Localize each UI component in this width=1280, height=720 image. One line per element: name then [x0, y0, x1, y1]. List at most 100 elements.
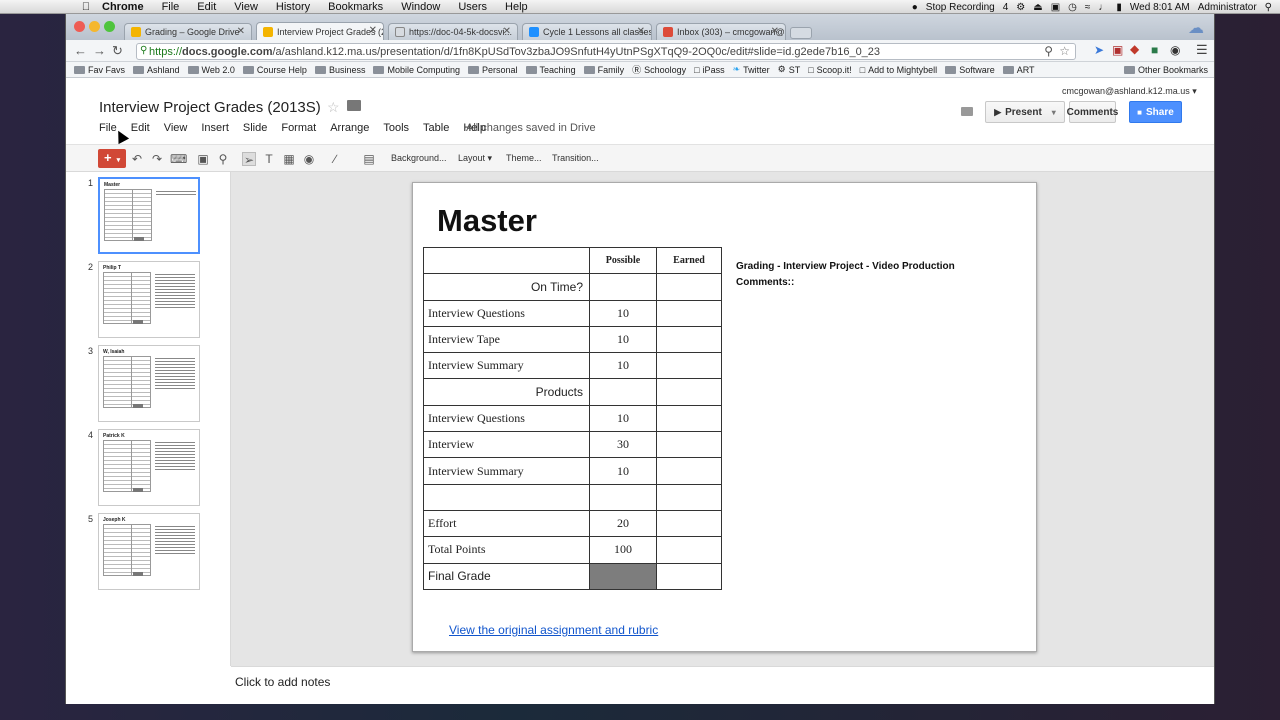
minimize-window-icon[interactable] — [89, 21, 100, 32]
bookmark-st[interactable]: ⚙ ST — [778, 64, 801, 75]
bookmark-business[interactable]: Business — [314, 65, 365, 75]
folder-icon[interactable] — [347, 100, 361, 111]
mac-menu-app[interactable]: Chrome — [102, 1, 144, 13]
spotlight-icon[interactable]: ⚲ — [1265, 2, 1272, 13]
star-icon[interactable]: ☆ — [327, 99, 340, 116]
bookmark-twitter[interactable]: ❧ Twitter — [733, 64, 770, 75]
slide-title[interactable]: Master — [437, 203, 537, 239]
new-slide-button[interactable]: + ▾ — [98, 149, 126, 168]
earned-cell[interactable] — [656, 273, 722, 301]
bookmark-personal[interactable]: Personal — [468, 65, 518, 75]
chat-icon[interactable] — [961, 107, 973, 116]
earned-cell[interactable] — [656, 378, 722, 406]
row-label[interactable]: Products — [423, 378, 590, 406]
slide-thumbnail-5[interactable]: Joseph K — [98, 513, 200, 590]
slide-thumbnail-3[interactable]: W, Isaiah — [98, 345, 200, 422]
profile-icon[interactable]: ☁ — [1188, 18, 1204, 38]
battery-icon[interactable]: ▮ — [1116, 2, 1122, 13]
row-label[interactable]: Total Points — [423, 536, 590, 564]
earned-cell[interactable] — [656, 404, 722, 433]
adobe-badge[interactable]: 4 — [1003, 2, 1009, 13]
line-icon[interactable]: ∕ — [328, 152, 342, 166]
bookmark-web20[interactable]: Web 2.0 — [187, 65, 235, 75]
volume-icon[interactable]: ♩ — [1098, 2, 1108, 13]
mac-menu-edit[interactable]: Edit — [197, 1, 216, 13]
search-icon[interactable]: ⚲ — [1044, 44, 1053, 58]
possible-cell[interactable]: 10 — [589, 457, 657, 485]
extension-icon[interactable]: ▣ — [1112, 43, 1123, 57]
earned-cell[interactable] — [656, 483, 722, 511]
menu-slide[interactable]: Slide — [243, 122, 267, 134]
bookmark-family[interactable]: Family — [583, 65, 624, 75]
document-title[interactable]: Interview Project Grades (2013S) — [99, 99, 321, 116]
clock-icon[interactable]: ◷ — [1068, 2, 1077, 13]
possible-cell[interactable] — [589, 483, 657, 511]
tab-interview-project[interactable]: Interview Project Grades (2... ✕ — [256, 22, 384, 40]
speaker-notes[interactable]: Click to add notes — [231, 666, 1214, 704]
stop-recording-label[interactable]: Stop Recording — [926, 2, 995, 13]
extension-icon[interactable]: ◉ — [1170, 43, 1180, 57]
possible-cell[interactable]: 10 — [589, 325, 657, 354]
assignment-link[interactable]: View the original assignment and rubric — [449, 623, 658, 637]
slide-thumbnail-1[interactable]: Master — [98, 177, 200, 254]
row-label[interactable]: Interview — [423, 431, 590, 459]
slide-thumbnail-2[interactable]: Philip T — [98, 261, 200, 338]
row-label[interactable]: On Time? — [423, 273, 590, 301]
menu-insert[interactable]: Insert — [201, 122, 229, 134]
slide-thumbnail-4[interactable]: Patrick K — [98, 429, 200, 506]
menu-format[interactable]: Format — [281, 122, 316, 134]
eject-icon[interactable]: ⏏ — [1033, 2, 1042, 13]
menu-table[interactable]: Table — [423, 122, 449, 134]
tab-cycle-lessons[interactable]: Cycle 1 Lessons all classes ✕ — [522, 23, 652, 40]
zoom-window-icon[interactable] — [104, 21, 115, 32]
menu-icon[interactable]: ☰ — [1196, 42, 1208, 58]
bookmark-scoopit[interactable]: □ Scoop.it! — [808, 65, 851, 75]
new-tab-button[interactable] — [790, 27, 812, 39]
mac-menu-window[interactable]: Window — [401, 1, 440, 13]
select-icon[interactable]: ➢ — [242, 152, 256, 167]
row-label[interactable]: Interview Questions — [423, 404, 590, 433]
close-icon[interactable]: ✕ — [637, 26, 645, 37]
account-email[interactable]: cmcgowan@ashland.k12.ma.us ▾ — [1062, 86, 1197, 97]
mac-menu-users[interactable]: Users — [458, 1, 487, 13]
possible-cell[interactable]: 30 — [589, 431, 657, 459]
earned-cell[interactable] — [656, 509, 722, 538]
row-label[interactable] — [423, 483, 590, 511]
apple-icon[interactable]:  — [76, 1, 96, 13]
row-label[interactable]: Final Grade — [423, 562, 590, 590]
row-label[interactable]: Interview Tape — [423, 325, 590, 354]
tab-gmail-inbox[interactable]: Inbox (303) – cmcgowan@... ✕ — [656, 23, 786, 40]
close-icon[interactable]: ✕ — [503, 26, 511, 37]
extension-icon[interactable]: ■ — [1151, 43, 1158, 57]
row-label[interactable]: Interview Summary — [423, 352, 590, 380]
user-name[interactable]: Administrator — [1198, 2, 1257, 13]
mac-menu-view[interactable]: View — [234, 1, 258, 13]
close-icon[interactable]: ✕ — [369, 25, 377, 36]
possible-cell[interactable] — [589, 273, 657, 301]
gear-icon[interactable]: ⚙ — [1016, 2, 1025, 13]
possible-cell[interactable] — [589, 378, 657, 406]
possible-cell[interactable]: 20 — [589, 509, 657, 538]
menu-view[interactable]: View — [164, 122, 188, 134]
text-box-icon[interactable]: T — [262, 152, 276, 166]
address-bar[interactable]: ⚲ https://docs.google.com/a/ashland.k12.… — [136, 43, 1076, 60]
row-label[interactable]: Interview Questions — [423, 299, 590, 327]
row-label[interactable]: Effort — [423, 509, 590, 538]
grading-comments[interactable]: Grading - Interview Project - Video Prod… — [736, 259, 955, 291]
earned-cell[interactable] — [656, 536, 722, 564]
extension-icon[interactable]: ➤ — [1094, 43, 1104, 57]
row-label[interactable]: Interview Summary — [423, 457, 590, 485]
bookmark-other[interactable]: Other Bookmarks — [1123, 65, 1208, 75]
recording-icon[interactable]: ● — [912, 2, 918, 13]
comments-button[interactable]: Comments — [1067, 101, 1118, 123]
earned-cell[interactable] — [656, 352, 722, 380]
earned-cell[interactable] — [656, 431, 722, 459]
grade-table[interactable]: Possible Earned On Time? Interview Questi… — [423, 246, 722, 590]
header-cell[interactable] — [423, 246, 590, 275]
earned-cell[interactable] — [656, 562, 722, 590]
close-icon[interactable]: ✕ — [237, 26, 245, 37]
possible-cell[interactable]: 10 — [589, 352, 657, 380]
possible-cell[interactable] — [589, 562, 657, 590]
redo-icon[interactable]: ↷ — [150, 152, 164, 166]
earned-cell[interactable] — [656, 325, 722, 354]
